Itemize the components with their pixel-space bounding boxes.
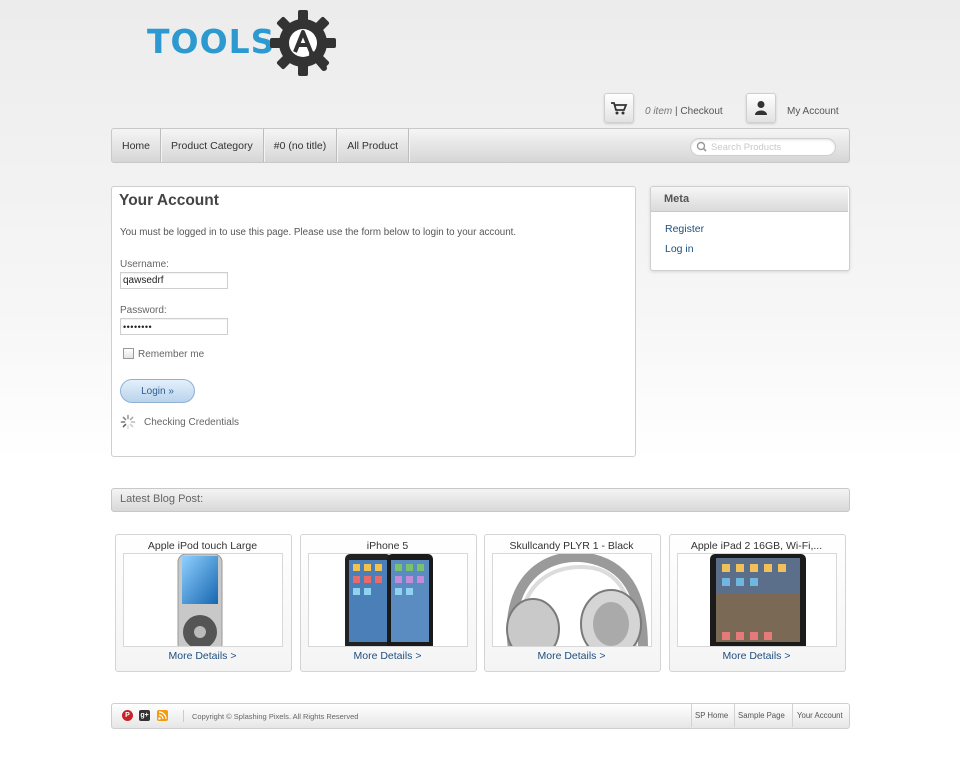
nav-item-product-category[interactable]: Product Category <box>161 129 264 162</box>
remember-me-label: Remember me <box>138 349 205 360</box>
search-icon[interactable] <box>695 141 711 153</box>
footer-divider <box>183 710 184 722</box>
search-input[interactable] <box>711 141 829 153</box>
latest-blog-post-bar <box>111 488 850 512</box>
password-value: •••••••• <box>123 321 153 332</box>
footer-separator <box>734 703 735 727</box>
search-box <box>690 138 836 156</box>
username-label: Username: <box>120 259 169 270</box>
more-details-link[interactable]: More Details > <box>115 650 290 662</box>
remember-me-checkbox[interactable] <box>123 348 134 359</box>
site-logo-text[interactable]: TOOLS <box>147 22 275 61</box>
more-details-link[interactable]: More Details > <box>300 650 475 662</box>
nav-item-all-product[interactable]: All Product <box>337 129 410 162</box>
register-link[interactable]: Register <box>665 223 704 235</box>
product-title[interactable]: Apple iPod touch Large <box>115 540 290 552</box>
rss-glyph-icon <box>158 711 167 720</box>
page-title: Your Account <box>119 192 219 209</box>
cart-icon <box>611 102 628 115</box>
cart-separator: | <box>675 106 678 117</box>
account-button[interactable] <box>746 93 776 123</box>
log-in-link[interactable]: Log in <box>665 243 694 255</box>
headphones-image-icon <box>506 554 648 646</box>
nav-item-no-title[interactable]: #0 (no title) <box>264 129 338 162</box>
product-title[interactable]: Skullcandy PLYR 1 - Black <box>484 540 659 552</box>
checkout-link[interactable]: Checkout <box>680 106 722 117</box>
product-image[interactable] <box>123 553 283 647</box>
latest-blog-post-title: Latest Blog Post: <box>120 493 204 505</box>
footer-link-your-account[interactable]: Your Account <box>797 711 843 720</box>
iphone-image-icon <box>345 554 433 646</box>
username-field[interactable]: qawsedrf <box>120 272 228 289</box>
password-label: Password: <box>120 305 167 316</box>
footer-separator <box>691 703 692 727</box>
ipod-image-icon <box>177 554 223 646</box>
product-image[interactable] <box>308 553 468 647</box>
login-required-message: You must be logged in to use this page. … <box>120 227 517 238</box>
cart-button[interactable] <box>604 93 634 123</box>
more-details-link[interactable]: More Details > <box>484 650 659 662</box>
login-button[interactable]: Login » <box>120 379 195 403</box>
pinterest-icon[interactable]: P <box>122 710 133 721</box>
nav-item-home[interactable]: Home <box>112 129 162 162</box>
meta-widget-title: Meta <box>664 193 690 205</box>
footer-separator <box>792 703 793 727</box>
product-title[interactable]: iPhone 5 <box>300 540 475 552</box>
product-title[interactable]: Apple iPad 2 16GB, Wi-Fi,... <box>669 540 844 552</box>
footer-link-sample-page[interactable]: Sample Page <box>738 711 785 720</box>
more-details-link[interactable]: More Details > <box>669 650 844 662</box>
google-plus-icon[interactable]: g+ <box>139 710 150 721</box>
password-field[interactable]: •••••••• <box>120 318 228 335</box>
copyright-text: Copyright © Splashing Pixels. All Rights… <box>192 712 359 721</box>
ipad-image-icon <box>710 554 806 646</box>
rss-icon[interactable] <box>157 710 168 721</box>
user-icon <box>755 101 767 115</box>
product-image[interactable] <box>677 553 837 647</box>
loading-spinner-icon <box>120 414 136 430</box>
cart-count: 0 item <box>645 106 673 117</box>
username-value: qawsedrf <box>123 275 164 286</box>
gear-logo-icon[interactable] <box>268 8 338 78</box>
cart-summary: 0 item | Checkout <box>645 106 723 117</box>
my-account-link[interactable]: My Account <box>787 106 839 117</box>
product-image[interactable] <box>492 553 652 647</box>
footer-link-sp-home[interactable]: SP Home <box>695 711 728 720</box>
status-text: Checking Credentials <box>144 417 240 428</box>
